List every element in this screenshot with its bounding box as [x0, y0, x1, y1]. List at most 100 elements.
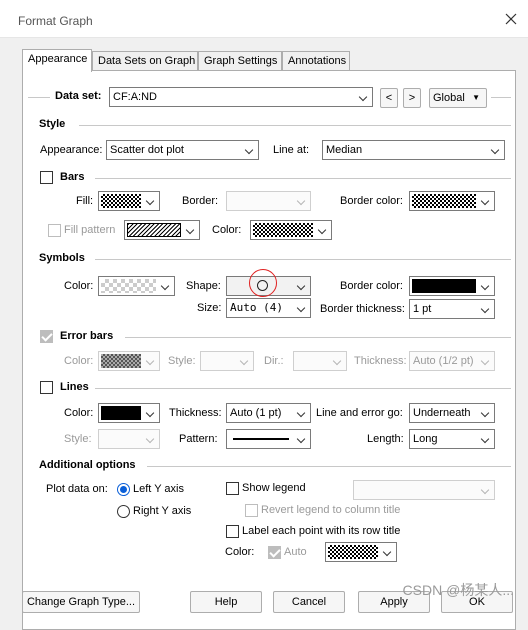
chevron-down-icon: [294, 277, 310, 295]
chevron-down-icon: [478, 352, 494, 370]
chevron-down-icon: [143, 404, 159, 422]
revert-legend-checkbox[interactable]: [245, 504, 258, 517]
scope-select[interactable]: Global ▼: [429, 88, 487, 108]
bars-fill-label: Fill:: [76, 195, 94, 207]
tab-graph-settings[interactable]: Graph Settings: [198, 51, 282, 71]
bars-border-select[interactable]: [226, 191, 311, 211]
appearance-label: Appearance:: [40, 144, 103, 156]
pattern-label: Pattern:: [179, 433, 218, 445]
chevron-down-icon: [478, 481, 494, 499]
bars-color-swatch: [253, 223, 313, 237]
additional-color-label: Color:: [225, 546, 255, 558]
fill-swatch: [101, 194, 141, 208]
error-thickness-select[interactable]: Auto (1/2 pt): [409, 351, 495, 371]
line-error-select[interactable]: Underneath: [409, 403, 495, 423]
error-bars-checkbox[interactable]: [40, 330, 53, 343]
length-value: Long: [413, 433, 438, 445]
label-each-label[interactable]: Label each point with its row title: [242, 525, 400, 537]
pattern-swatch: [127, 223, 181, 237]
chevron-down-icon: [158, 277, 174, 295]
appearance-select[interactable]: Scatter dot plot: [106, 140, 259, 160]
error-color-label: Color:: [64, 355, 94, 367]
fill-pattern-checkbox[interactable]: [48, 224, 61, 237]
close-icon[interactable]: [504, 12, 518, 26]
lines-color-select[interactable]: [98, 403, 160, 423]
legend-select[interactable]: [353, 480, 495, 500]
chevron-down-icon: [330, 352, 346, 370]
tab-data-sets[interactable]: Data Sets on Graph: [92, 51, 198, 71]
right-axis-radio[interactable]: [117, 505, 130, 518]
symbols-border-color-select[interactable]: [409, 276, 495, 296]
symbols-color-select[interactable]: [98, 276, 175, 296]
lines-style-select[interactable]: [98, 429, 160, 449]
title-bar: Format Graph: [0, 0, 528, 38]
help-button[interactable]: Help: [190, 591, 262, 613]
window-title: Format Graph: [18, 14, 93, 28]
bars-heading: Bars: [60, 171, 85, 183]
lines-checkbox[interactable]: [40, 381, 53, 394]
bars-color-select[interactable]: [250, 220, 332, 240]
lines-style-label: Style:: [64, 433, 92, 445]
lines-color-swatch: [101, 406, 141, 420]
left-axis-radio[interactable]: [117, 483, 130, 496]
divider: [95, 388, 511, 389]
chevron-down-icon: [143, 430, 159, 448]
change-graph-type-button[interactable]: Change Graph Type...: [22, 591, 140, 613]
tab-appearance[interactable]: Appearance: [22, 49, 92, 72]
show-legend-checkbox[interactable]: [226, 482, 239, 495]
chevron-down-icon: [237, 352, 253, 370]
chevron-down-icon: [478, 192, 494, 210]
next-dataset-button[interactable]: >: [403, 88, 421, 108]
appearance-panel: Data set: CF:A:ND < > Global ▼ Style App…: [22, 70, 516, 630]
dataset-select[interactable]: CF:A:ND: [109, 87, 373, 107]
error-style-select[interactable]: [200, 351, 254, 371]
chevron-down-icon: [143, 192, 159, 210]
lines-heading: Lines: [60, 381, 89, 393]
lines-thickness-select[interactable]: Auto (1 pt): [226, 403, 311, 423]
additional-heading: Additional options: [39, 459, 136, 471]
size-label: Size:: [197, 302, 222, 314]
cancel-button[interactable]: Cancel: [273, 591, 345, 613]
symbols-border-color-label: Border color:: [340, 280, 403, 292]
caret-down-icon: ▼: [472, 93, 480, 102]
error-color-select[interactable]: [98, 351, 160, 371]
pattern-select[interactable]: [226, 429, 311, 449]
dataset-label: Data set:: [55, 90, 102, 102]
left-axis-label[interactable]: Left Y axis: [133, 483, 184, 495]
auto-color-checkbox[interactable]: [268, 546, 281, 559]
chevron-down-icon: [478, 404, 494, 422]
auto-color-label: Auto: [284, 546, 307, 558]
bars-color-label: Color:: [212, 224, 242, 236]
appearance-value: Scatter dot plot: [110, 144, 184, 156]
border-thickness-value: 1 pt: [413, 303, 432, 315]
lines-thickness-value: Auto (1 pt): [230, 407, 282, 419]
error-dir-select[interactable]: [293, 351, 347, 371]
size-select[interactable]: Auto (4): [226, 298, 311, 318]
divider: [28, 97, 50, 98]
error-thickness-label: Thickness:: [354, 355, 407, 367]
border-thickness-select[interactable]: 1 pt: [409, 299, 495, 319]
length-select[interactable]: Long: [409, 429, 495, 449]
revert-legend-label: Revert legend to column title: [261, 504, 401, 516]
chevron-down-icon: [478, 430, 494, 448]
bars-checkbox[interactable]: [40, 171, 53, 184]
tab-annotations[interactable]: Annotations: [282, 51, 350, 71]
label-each-checkbox[interactable]: [226, 525, 239, 538]
bars-fill-select[interactable]: [98, 191, 160, 211]
additional-color-select[interactable]: [325, 542, 397, 562]
fill-pattern-select[interactable]: [124, 220, 200, 240]
right-axis-label[interactable]: Right Y axis: [133, 505, 191, 517]
chevron-down-icon: [183, 221, 199, 239]
additional-color-swatch: [328, 545, 378, 559]
symbols-color-label: Color:: [64, 280, 94, 292]
fill-pattern-label: Fill pattern: [64, 224, 116, 236]
chevron-down-icon: [478, 277, 494, 295]
plot-on-label: Plot data on:: [46, 483, 108, 495]
prev-dataset-button[interactable]: <: [380, 88, 398, 108]
show-legend-label[interactable]: Show legend: [242, 482, 306, 494]
divider: [491, 97, 511, 98]
line-at-select[interactable]: Median: [322, 140, 505, 160]
lines-color-label: Color:: [64, 407, 94, 419]
bars-border-color-select[interactable]: [409, 191, 495, 211]
border-thickness-label: Border thickness:: [320, 303, 405, 315]
